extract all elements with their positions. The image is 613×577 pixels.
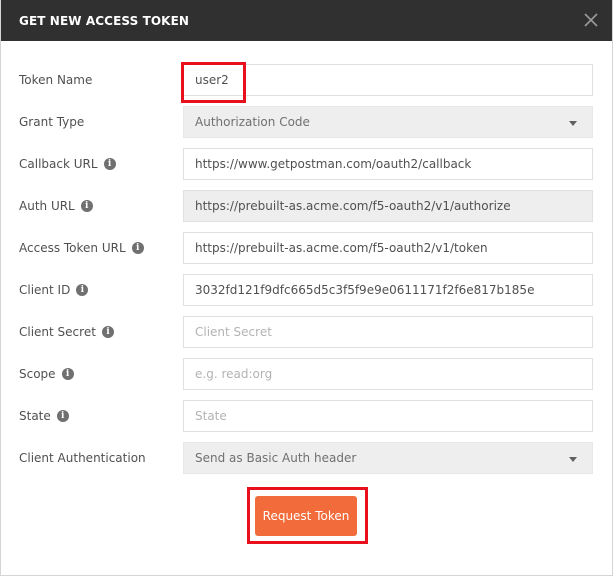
request-token-button[interactable]: Request Token (255, 496, 357, 536)
chevron-down-icon (569, 457, 577, 462)
grant-type-value: Authorization Code (195, 115, 310, 129)
client-authentication-value: Send as Basic Auth header (195, 451, 357, 465)
client-authentication-row: Client Authentication Send as Basic Auth… (1, 442, 612, 476)
info-icon[interactable]: i (61, 368, 74, 380)
client-authentication-label: Client Authentication (19, 451, 146, 465)
client-id-label: Client ID i (19, 283, 89, 297)
callback-url-label: Callback URL i (19, 157, 116, 171)
grant-type-label: Grant Type (19, 115, 85, 129)
client-id-row: Client ID i (1, 274, 612, 308)
access-token-url-input[interactable] (183, 232, 593, 264)
client-authentication-select[interactable]: Send as Basic Auth header (183, 442, 593, 474)
callback-url-row: Callback URL i (1, 148, 612, 182)
auth-url-row: Auth URL i (1, 190, 612, 224)
info-icon[interactable]: i (56, 410, 69, 422)
info-icon[interactable]: i (103, 158, 116, 170)
grant-type-row: Grant Type Authorization Code (1, 106, 612, 140)
scope-input[interactable] (183, 358, 593, 390)
dialog-title: GET NEW ACCESS TOKEN (19, 14, 190, 28)
get-new-access-token-dialog: GET NEW ACCESS TOKEN Token Name Grant Ty… (0, 0, 613, 576)
dialog-header: GET NEW ACCESS TOKEN (1, 0, 612, 41)
grant-type-select[interactable]: Authorization Code (183, 106, 593, 138)
client-id-input[interactable] (183, 274, 593, 306)
access-token-url-row: Access Token URL i (1, 232, 612, 266)
auth-url-input[interactable] (183, 190, 593, 222)
info-icon[interactable]: i (101, 326, 114, 338)
access-token-url-label: Access Token URL i (19, 241, 144, 255)
callback-url-input[interactable] (183, 148, 593, 180)
state-label: State i (19, 409, 69, 423)
state-input[interactable] (183, 400, 593, 432)
client-secret-label: Client Secret i (19, 325, 114, 339)
close-icon[interactable] (580, 9, 602, 31)
auth-url-label: Auth URL i (19, 199, 93, 213)
scope-label: Scope i (19, 367, 74, 381)
info-icon[interactable]: i (76, 284, 89, 296)
info-icon[interactable]: i (131, 242, 144, 254)
token-name-input[interactable] (183, 64, 593, 96)
client-secret-input[interactable] (183, 316, 593, 348)
info-icon[interactable]: i (80, 200, 93, 212)
client-secret-row: Client Secret i (1, 316, 612, 350)
scope-row: Scope i (1, 358, 612, 392)
token-name-row: Token Name (1, 64, 612, 98)
chevron-down-icon (569, 121, 577, 126)
state-row: State i (1, 400, 612, 434)
token-name-label: Token Name (19, 73, 93, 87)
